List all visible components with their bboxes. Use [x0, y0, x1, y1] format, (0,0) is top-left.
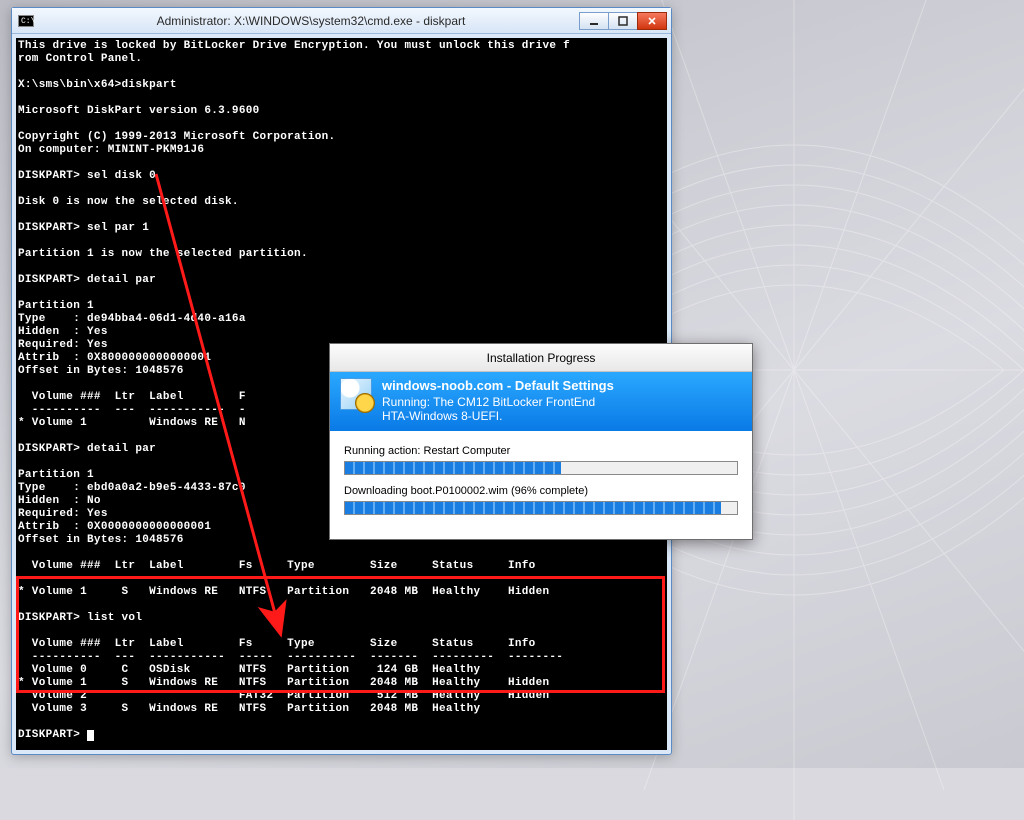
close-button[interactable] — [637, 12, 667, 30]
dialog-subtitle-1: Running: The CM12 BitLocker FrontEnd — [382, 395, 595, 409]
dialog-subtitle-2: HTA-Windows 8-UEFI. — [382, 409, 502, 423]
install-icon — [340, 378, 372, 410]
progress-dialog: Installation Progress windows-noob.com -… — [329, 343, 753, 540]
minimize-button[interactable] — [579, 12, 609, 30]
dialog-title[interactable]: Installation Progress — [330, 344, 752, 372]
progress-bar-download — [344, 501, 738, 515]
download-label: Downloading boot.P0100002.wim (96% compl… — [344, 485, 738, 497]
cmd-window-title: Administrator: X:\WINDOWS\system32\cmd.e… — [42, 14, 580, 28]
maximize-button[interactable] — [608, 12, 638, 30]
action-label: Running action: Restart Computer — [344, 445, 738, 457]
progress-bar-action — [344, 461, 738, 475]
cmd-sysicon: C:\ — [18, 15, 34, 27]
cmd-titlebar[interactable]: C:\ Administrator: X:\WINDOWS\system32\c… — [12, 8, 671, 34]
dialog-heading: windows-noob.com - Default Settings — [382, 378, 614, 393]
dialog-banner: windows-noob.com - Default Settings Runn… — [330, 372, 752, 431]
